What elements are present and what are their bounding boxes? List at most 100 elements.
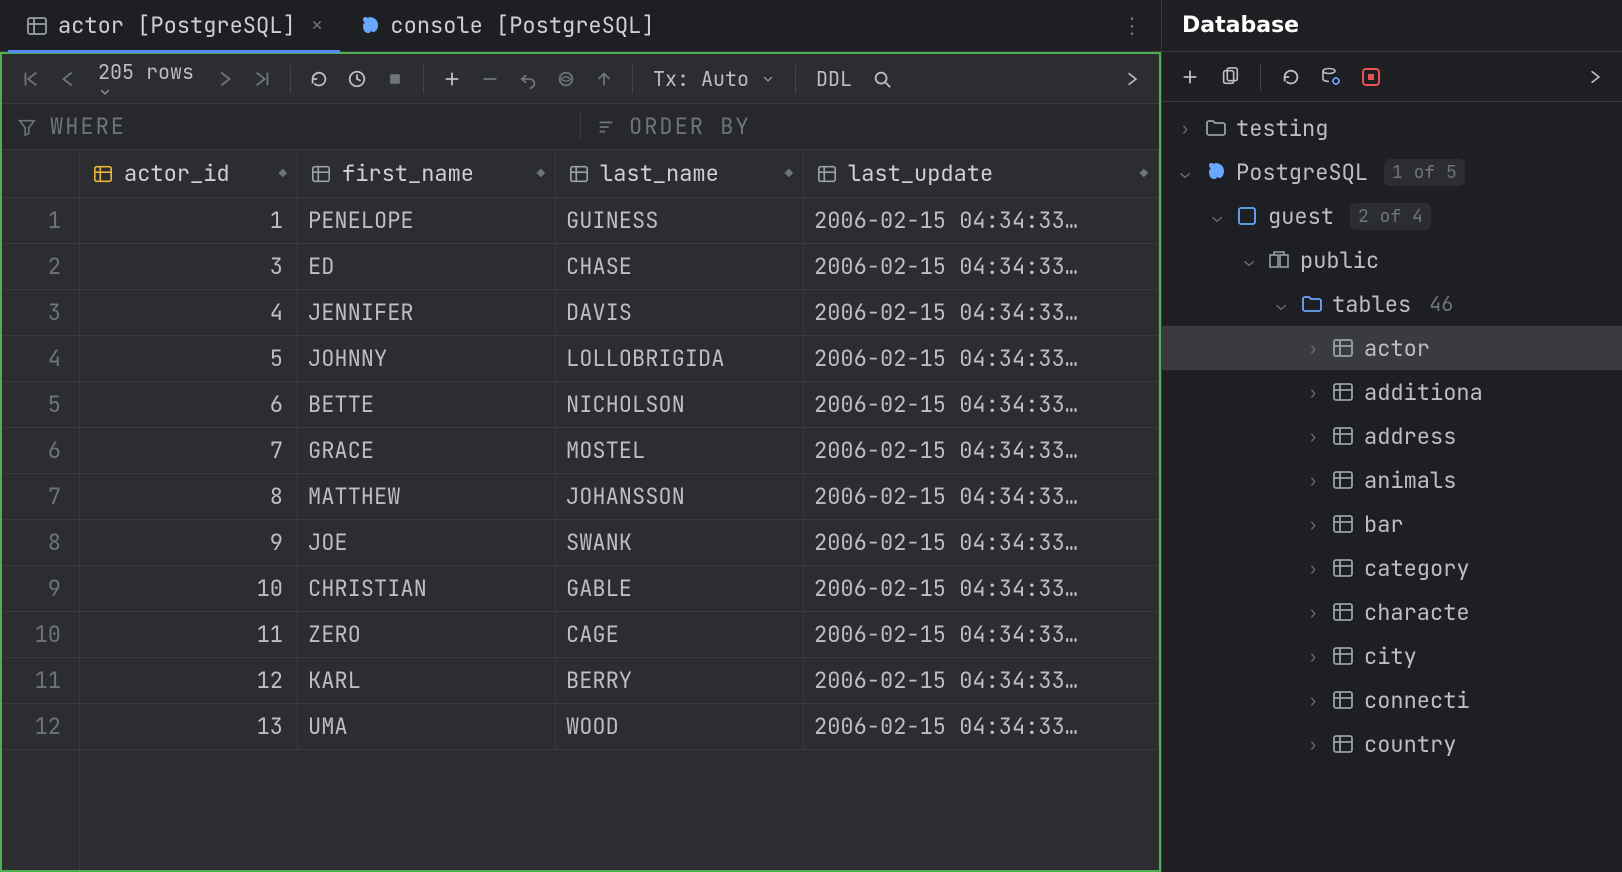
cell-actor_id[interactable]: 12	[80, 658, 298, 703]
column-header-first_name[interactable]: first_name◆	[298, 150, 556, 197]
cell-actor_id[interactable]: 9	[80, 520, 298, 565]
table-row[interactable]: 5JOHNNYLOLLOBRIGIDA2006-02-15 04:34:33…	[80, 336, 1159, 382]
cell-last_update[interactable]: 2006-02-15 04:34:33…	[804, 428, 1159, 473]
cell-last_update[interactable]: 2006-02-15 04:34:33…	[804, 612, 1159, 657]
row-number[interactable]: 12	[2, 704, 79, 750]
column-header-actor_id[interactable]: actor_id◆	[80, 150, 298, 197]
dbtoolbar-expand-button[interactable]	[1576, 59, 1612, 95]
row-number[interactable]: 9	[2, 566, 79, 612]
close-icon[interactable]: ✕	[312, 14, 323, 37]
row-number[interactable]: 7	[2, 474, 79, 520]
ddl-button[interactable]: DDL	[806, 61, 862, 97]
table-row[interactable]: 13UMAWOOD2006-02-15 04:34:33…	[80, 704, 1159, 750]
table-row[interactable]: 4JENNIFERDAVIS2006-02-15 04:34:33…	[80, 290, 1159, 336]
cell-actor_id[interactable]: 6	[80, 382, 298, 427]
refresh-button[interactable]	[1273, 59, 1309, 95]
tree-node-category[interactable]: ›category	[1162, 546, 1622, 590]
cell-actor_id[interactable]: 7	[80, 428, 298, 473]
cell-first_name[interactable]: MATTHEW	[298, 474, 556, 519]
cell-actor_id[interactable]: 4	[80, 290, 298, 335]
tree-node-public[interactable]: ⌄public	[1162, 238, 1622, 282]
column-header-last_name[interactable]: last_name◆	[556, 150, 804, 197]
tree-node-additiona[interactable]: ›additiona	[1162, 370, 1622, 414]
cell-last_name[interactable]: NICHOLSON	[556, 382, 804, 427]
disconnect-button[interactable]	[1353, 59, 1389, 95]
cell-last_update[interactable]: 2006-02-15 04:34:33…	[804, 382, 1159, 427]
cell-last_update[interactable]: 2006-02-15 04:34:33…	[804, 704, 1159, 749]
cell-last_update[interactable]: 2006-02-15 04:34:33…	[804, 336, 1159, 381]
row-number[interactable]: 4	[2, 336, 79, 382]
cell-last_update[interactable]: 2006-02-15 04:34:33…	[804, 474, 1159, 519]
tree-node-testing[interactable]: ›testing	[1162, 106, 1622, 150]
row-number[interactable]: 5	[2, 382, 79, 428]
row-number[interactable]: 3	[2, 290, 79, 336]
row-number[interactable]: 1	[2, 198, 79, 244]
cell-first_name[interactable]: ZERO	[298, 612, 556, 657]
column-header-last_update[interactable]: last_update◆	[804, 150, 1159, 197]
row-number[interactable]: 6	[2, 428, 79, 474]
where-filter[interactable]: WHERE	[2, 112, 580, 141]
tree-node-actor[interactable]: ›actor	[1162, 326, 1622, 370]
cell-actor_id[interactable]: 11	[80, 612, 298, 657]
row-number[interactable]: 11	[2, 658, 79, 704]
cell-last_name[interactable]: CHASE	[556, 244, 804, 289]
toolbar-expand-button[interactable]	[1113, 61, 1149, 97]
cell-last_update[interactable]: 2006-02-15 04:34:33…	[804, 566, 1159, 611]
remove-row-button[interactable]	[472, 61, 508, 97]
table-row[interactable]: 10CHRISTIANGABLE2006-02-15 04:34:33…	[80, 566, 1159, 612]
table-row[interactable]: 3EDCHASE2006-02-15 04:34:33…	[80, 244, 1159, 290]
stop-button[interactable]	[377, 61, 413, 97]
reload-button[interactable]	[301, 61, 337, 97]
revert-button[interactable]	[510, 61, 546, 97]
table-row[interactable]: 6BETTENICHOLSON2006-02-15 04:34:33…	[80, 382, 1159, 428]
submit-button[interactable]	[586, 61, 622, 97]
row-number[interactable]: 10	[2, 612, 79, 658]
preview-button[interactable]	[548, 61, 584, 97]
cell-first_name[interactable]: PENELOPE	[298, 198, 556, 243]
tree-node-bar[interactable]: ›bar	[1162, 502, 1622, 546]
datasource-properties-button[interactable]	[1313, 59, 1349, 95]
tree-node-address[interactable]: ›address	[1162, 414, 1622, 458]
cell-last_name[interactable]: BERRY	[556, 658, 804, 703]
cell-last_name[interactable]: WOOD	[556, 704, 804, 749]
tree-node-PostgreSQL[interactable]: ⌄PostgreSQL1 of 5	[1162, 150, 1622, 194]
duplicate-button[interactable]	[1212, 59, 1248, 95]
orderby-filter[interactable]: ORDER BY	[580, 112, 1159, 141]
cell-first_name[interactable]: ED	[298, 244, 556, 289]
cell-actor_id[interactable]: 1	[80, 198, 298, 243]
prev-page-button[interactable]	[50, 61, 86, 97]
cell-first_name[interactable]: KARL	[298, 658, 556, 703]
next-page-button[interactable]	[206, 61, 242, 97]
cell-actor_id[interactable]: 5	[80, 336, 298, 381]
cell-first_name[interactable]: UMA	[298, 704, 556, 749]
row-number[interactable]: 8	[2, 520, 79, 566]
grid-corner[interactable]	[2, 150, 79, 198]
auto-reload-button[interactable]	[339, 61, 375, 97]
cell-last_update[interactable]: 2006-02-15 04:34:33…	[804, 520, 1159, 565]
table-row[interactable]: 11ZEROCAGE2006-02-15 04:34:33…	[80, 612, 1159, 658]
cell-last_name[interactable]: CAGE	[556, 612, 804, 657]
table-row[interactable]: 8MATTHEWJOHANSSON2006-02-15 04:34:33…	[80, 474, 1159, 520]
cell-first_name[interactable]: CHRISTIAN	[298, 566, 556, 611]
cell-first_name[interactable]: JOE	[298, 520, 556, 565]
cell-last_update[interactable]: 2006-02-15 04:34:33…	[804, 658, 1159, 703]
cell-first_name[interactable]: BETTE	[298, 382, 556, 427]
cell-first_name[interactable]: GRACE	[298, 428, 556, 473]
last-page-button[interactable]	[244, 61, 280, 97]
new-datasource-button[interactable]	[1172, 59, 1208, 95]
tree-node-tables[interactable]: ⌄tables46	[1162, 282, 1622, 326]
cell-last_name[interactable]: LOLLOBRIGIDA	[556, 336, 804, 381]
table-row[interactable]: 1PENELOPEGUINESS2006-02-15 04:34:33…	[80, 198, 1159, 244]
table-row[interactable]: 12KARLBERRY2006-02-15 04:34:33…	[80, 658, 1159, 704]
tab-actor[interactable]: actor [PostgreSQL] ✕	[8, 0, 340, 52]
tree-node-connecti[interactable]: ›connecti	[1162, 678, 1622, 722]
cell-last_name[interactable]: SWANK	[556, 520, 804, 565]
tree-node-guest[interactable]: ⌄guest2 of 4	[1162, 194, 1622, 238]
tx-mode-dropdown[interactable]: Tx: Auto	[643, 61, 785, 97]
row-count-dropdown[interactable]: 205 rows	[88, 59, 204, 99]
tree-node-city[interactable]: ›city	[1162, 634, 1622, 678]
tree-node-country[interactable]: ›country	[1162, 722, 1622, 766]
cell-last_update[interactable]: 2006-02-15 04:34:33…	[804, 290, 1159, 335]
cell-last_name[interactable]: DAVIS	[556, 290, 804, 335]
cell-actor_id[interactable]: 3	[80, 244, 298, 289]
